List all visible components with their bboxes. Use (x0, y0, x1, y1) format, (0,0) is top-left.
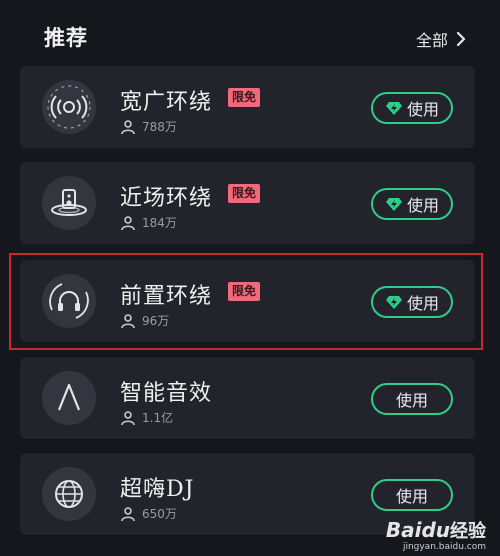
watermark-url: jingyan.baidu.com (402, 542, 486, 552)
use-button-label: 使用 (406, 196, 439, 215)
use-button-label: 使用 (395, 487, 428, 506)
free-badge: 限免 (228, 282, 261, 301)
item-title: 智能音效 (120, 381, 213, 406)
list-item-wide-surround[interactable]: 宽广环绕 限免 788万 使用 (20, 66, 475, 148)
baidu-watermark: Baidu经验 jingyan.baidu.com (386, 520, 486, 552)
use-button-label: 使用 (406, 100, 439, 119)
user-icon (121, 119, 135, 134)
list-item-near-surround[interactable]: 近场环绕 限免 184万 使用 (20, 162, 475, 244)
globe-icon (42, 467, 96, 521)
use-button[interactable]: 使用 (371, 479, 453, 511)
user-count: 184万 (120, 214, 177, 231)
diamond-bolt-icon (385, 296, 402, 309)
user-icon (121, 215, 135, 230)
user-count: 1.1亿 (120, 409, 173, 426)
user-count-value: 1.1亿 (142, 411, 174, 425)
use-button-label: 使用 (395, 391, 428, 410)
item-title: 前置环绕 (120, 284, 213, 309)
watermark-brand: Baidu (385, 518, 450, 542)
view-all-link[interactable]: 全部 (416, 27, 466, 51)
user-count-value: 184万 (142, 216, 177, 230)
user-count: 650万 (120, 505, 177, 522)
section-title: 推荐 (44, 25, 88, 50)
user-count-value: 788万 (142, 120, 177, 134)
headphone-surround-icon (42, 274, 96, 328)
chevron-right-icon (456, 32, 466, 46)
watermark-brand-cn: 经验 (450, 521, 486, 542)
user-icon (121, 313, 135, 328)
user-count: 96万 (120, 312, 169, 329)
use-button[interactable]: 使用 (371, 188, 453, 220)
list-item-front-surround[interactable]: 前置环绕 限免 96万 使用 (20, 260, 475, 342)
user-icon (121, 506, 135, 521)
smart-a-icon (42, 371, 96, 425)
user-count-value: 650万 (142, 507, 177, 521)
use-button[interactable]: 使用 (371, 383, 453, 415)
use-button[interactable]: 使用 (371, 92, 453, 124)
free-badge: 限免 (228, 88, 261, 107)
free-badge: 限免 (228, 184, 261, 203)
use-button-label: 使用 (406, 294, 439, 313)
wide-surround-icon (42, 80, 96, 134)
view-all-label: 全部 (415, 31, 448, 50)
speaker-surround-icon (42, 176, 96, 230)
diamond-bolt-icon (385, 198, 402, 211)
user-count: 788万 (120, 118, 177, 135)
item-title: 宽广环绕 (120, 90, 213, 115)
diamond-bolt-icon (385, 102, 402, 115)
list-item-smart-effect[interactable]: 智能音效 1.1亿 使用 (20, 357, 475, 439)
user-count-value: 96万 (142, 314, 170, 328)
user-icon (121, 410, 135, 425)
item-title: 超嗨DJ (120, 477, 195, 502)
section-header: 推荐 全部 (0, 0, 500, 66)
item-title: 近场环绕 (120, 186, 213, 211)
use-button[interactable]: 使用 (371, 286, 453, 318)
